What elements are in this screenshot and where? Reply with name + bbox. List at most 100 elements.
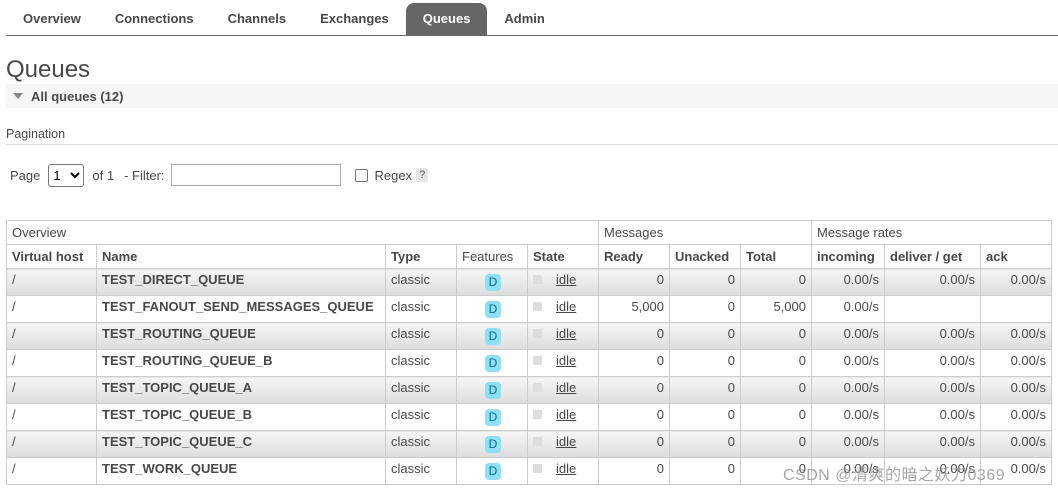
state-cell: idle	[527, 295, 599, 323]
section-label: All queues (12)	[31, 88, 124, 104]
type-cell: classic	[385, 430, 457, 458]
pagination-title: Pagination	[6, 127, 66, 141]
features-cell: D	[456, 295, 528, 323]
total-cell: 0	[740, 349, 812, 377]
filter-input[interactable]	[170, 164, 341, 186]
durable-badge: D	[485, 382, 501, 399]
col-name[interactable]: Name	[96, 244, 386, 269]
vhost-cell: /	[6, 376, 97, 404]
ready-cell: 0	[598, 430, 670, 458]
table-row: / TEST_TOPIC_QUEUE_B classic Didle 0 0 0 0.00/s…	[6, 403, 1052, 431]
durable-badge: D	[485, 301, 501, 318]
state-label: idle	[556, 272, 577, 287]
table-row: / TEST_DIRECT_QUEUE classic Didle 0 0 0 0.00/s 0…	[6, 268, 1052, 296]
vhost-cell: /	[6, 403, 97, 431]
type-cell: classic	[385, 322, 457, 350]
state-cell: idle	[527, 430, 599, 458]
col-unacked[interactable]: Unacked	[669, 244, 741, 269]
tab-exchanges[interactable]: Exchanges	[303, 3, 406, 35]
incoming-rate-cell: 0.00/s	[811, 403, 885, 431]
state-label: idle	[556, 353, 577, 368]
features-cell: D	[456, 430, 528, 458]
unacked-cell: 0	[669, 457, 741, 485]
col-incoming[interactable]: incoming	[811, 244, 885, 269]
unacked-cell: 0	[669, 403, 741, 431]
filter-label: - Filter:	[124, 167, 165, 183]
tab-overview[interactable]: Overview	[6, 3, 98, 35]
queue-name-link[interactable]: TEST_TOPIC_QUEUE_B	[96, 403, 386, 431]
state-square-icon	[533, 356, 542, 365]
regex-help-icon[interactable]: ?	[416, 168, 429, 182]
unacked-cell: 0	[669, 295, 741, 323]
col-ack[interactable]: ack	[980, 244, 1052, 269]
features-cell: D	[456, 403, 528, 431]
group-header-message-rates: Message rates	[811, 220, 1052, 245]
state-label: idle	[556, 407, 577, 422]
unacked-cell: 0	[669, 376, 741, 404]
queue-name-link[interactable]: TEST_FANOUT_SEND_MESSAGES_QUEUE	[96, 295, 386, 323]
all-queues-toggle[interactable]: All queues (12)	[6, 84, 1058, 108]
incoming-rate-cell: 0.00/s	[811, 268, 885, 296]
page-title: Queues	[6, 56, 91, 83]
state-cell: idle	[527, 403, 599, 431]
queues-table: Overview Messages Message rates Virtual …	[6, 220, 1052, 485]
tab-connections[interactable]: Connections	[98, 3, 211, 35]
queue-name-link[interactable]: TEST_DIRECT_QUEUE	[96, 268, 386, 296]
state-square-icon	[533, 275, 542, 284]
table-row: / TEST_TOPIC_QUEUE_A classic Didle 0 0 0 0.00/s…	[6, 376, 1052, 404]
state-cell: idle	[527, 457, 599, 485]
type-cell: classic	[385, 349, 457, 377]
total-cell: 0	[740, 268, 812, 296]
state-label: idle	[556, 434, 577, 449]
state-label: idle	[556, 461, 577, 476]
deliver-get-rate-cell: 0.00/s	[884, 403, 981, 431]
unacked-cell: 0	[669, 268, 741, 296]
vhost-cell: /	[6, 457, 97, 485]
regex-checkbox[interactable]	[354, 168, 368, 182]
page-label: Page	[10, 167, 41, 183]
state-square-icon	[533, 383, 542, 392]
page-select[interactable]: 1	[48, 163, 85, 187]
state-square-icon	[533, 329, 542, 338]
col-type[interactable]: Type	[385, 244, 457, 269]
ready-cell: 5,000	[598, 295, 670, 323]
tab-admin[interactable]: Admin	[487, 3, 561, 35]
of-pages-label: of 1	[92, 167, 115, 183]
state-cell: idle	[527, 349, 599, 377]
ready-cell: 0	[598, 457, 670, 485]
queue-name-link[interactable]: TEST_TOPIC_QUEUE_C	[96, 430, 386, 458]
queue-name-link[interactable]: TEST_WORK_QUEUE	[96, 457, 386, 485]
queue-name-link[interactable]: TEST_TOPIC_QUEUE_A	[96, 376, 386, 404]
divider	[6, 144, 1058, 145]
state-cell: idle	[527, 376, 599, 404]
col-total[interactable]: Total	[740, 244, 812, 269]
ack-rate-cell	[980, 295, 1052, 323]
regex-label: Regex	[374, 167, 413, 183]
ready-cell: 0	[598, 349, 670, 377]
durable-badge: D	[485, 409, 501, 426]
col-state[interactable]: State	[527, 244, 599, 269]
state-label: idle	[556, 326, 577, 341]
col-virtual-host[interactable]: Virtual host	[6, 244, 97, 269]
vhost-cell: /	[6, 268, 97, 296]
state-square-icon	[533, 302, 542, 311]
state-square-icon	[533, 464, 542, 473]
features-cell: D	[456, 322, 528, 350]
tab-channels[interactable]: Channels	[211, 3, 304, 35]
queue-name-link[interactable]: TEST_ROUTING_QUEUE_B	[96, 349, 386, 377]
total-cell: 5,000	[740, 295, 812, 323]
deliver-get-rate-cell: 0.00/s	[884, 322, 981, 350]
deliver-get-rate-cell	[884, 295, 981, 323]
col-deliver-get[interactable]: deliver / get	[884, 244, 981, 269]
durable-badge: D	[485, 355, 501, 372]
deliver-get-rate-cell: 0.00/s	[884, 430, 981, 458]
col-ready[interactable]: Ready	[598, 244, 670, 269]
features-cell: D	[456, 268, 528, 296]
total-cell: 0	[740, 403, 812, 431]
type-cell: classic	[385, 376, 457, 404]
unacked-cell: 0	[669, 349, 741, 377]
group-header-messages: Messages	[598, 220, 812, 245]
queue-name-link[interactable]: TEST_ROUTING_QUEUE	[96, 322, 386, 350]
tab-queues[interactable]: Queues	[405, 3, 488, 35]
ready-cell: 0	[598, 322, 670, 350]
